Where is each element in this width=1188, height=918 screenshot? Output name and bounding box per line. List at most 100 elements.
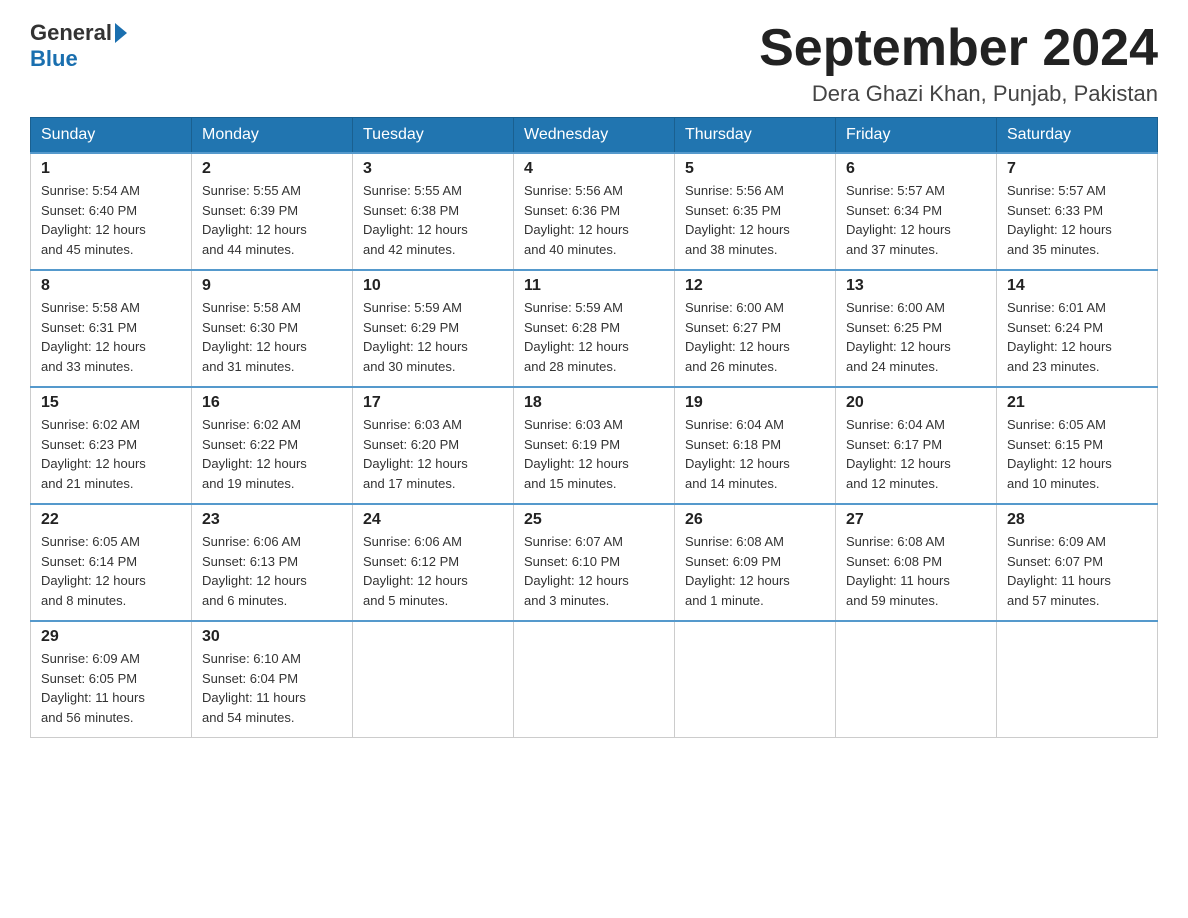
day-number: 29 <box>41 628 181 646</box>
calendar-cell: 8 Sunrise: 5:58 AM Sunset: 6:31 PM Dayli… <box>31 270 192 387</box>
week-row-4: 22 Sunrise: 6:05 AM Sunset: 6:14 PM Dayl… <box>31 504 1158 621</box>
calendar-cell: 25 Sunrise: 6:07 AM Sunset: 6:10 PM Dayl… <box>514 504 675 621</box>
calendar-cell: 23 Sunrise: 6:06 AM Sunset: 6:13 PM Dayl… <box>192 504 353 621</box>
calendar-cell <box>514 621 675 738</box>
day-number: 19 <box>685 394 825 412</box>
week-row-3: 15 Sunrise: 6:02 AM Sunset: 6:23 PM Dayl… <box>31 387 1158 504</box>
day-number: 1 <box>41 160 181 178</box>
day-number: 6 <box>846 160 986 178</box>
col-sunday: Sunday <box>31 118 192 154</box>
day-info: Sunrise: 6:01 AM Sunset: 6:24 PM Dayligh… <box>1007 298 1147 376</box>
day-number: 28 <box>1007 511 1147 529</box>
day-number: 21 <box>1007 394 1147 412</box>
day-info: Sunrise: 6:03 AM Sunset: 6:20 PM Dayligh… <box>363 415 503 493</box>
day-info: Sunrise: 6:10 AM Sunset: 6:04 PM Dayligh… <box>202 649 342 727</box>
day-number: 3 <box>363 160 503 178</box>
col-saturday: Saturday <box>997 118 1158 154</box>
calendar-cell: 3 Sunrise: 5:55 AM Sunset: 6:38 PM Dayli… <box>353 153 514 270</box>
day-number: 11 <box>524 277 664 295</box>
calendar-cell: 5 Sunrise: 5:56 AM Sunset: 6:35 PM Dayli… <box>675 153 836 270</box>
day-number: 8 <box>41 277 181 295</box>
day-number: 5 <box>685 160 825 178</box>
day-info: Sunrise: 6:06 AM Sunset: 6:12 PM Dayligh… <box>363 532 503 610</box>
day-info: Sunrise: 5:56 AM Sunset: 6:35 PM Dayligh… <box>685 181 825 259</box>
logo: General Blue <box>30 20 127 72</box>
day-info: Sunrise: 6:02 AM Sunset: 6:22 PM Dayligh… <box>202 415 342 493</box>
calendar-cell: 18 Sunrise: 6:03 AM Sunset: 6:19 PM Dayl… <box>514 387 675 504</box>
day-info: Sunrise: 6:09 AM Sunset: 6:05 PM Dayligh… <box>41 649 181 727</box>
day-info: Sunrise: 6:08 AM Sunset: 6:09 PM Dayligh… <box>685 532 825 610</box>
col-wednesday: Wednesday <box>514 118 675 154</box>
page-header: General Blue September 2024 Dera Ghazi K… <box>30 20 1158 107</box>
day-number: 20 <box>846 394 986 412</box>
calendar-cell <box>836 621 997 738</box>
calendar-cell: 29 Sunrise: 6:09 AM Sunset: 6:05 PM Dayl… <box>31 621 192 738</box>
calendar-cell <box>353 621 514 738</box>
calendar-cell: 17 Sunrise: 6:03 AM Sunset: 6:20 PM Dayl… <box>353 387 514 504</box>
calendar-title: September 2024 <box>759 20 1158 77</box>
day-info: Sunrise: 5:57 AM Sunset: 6:33 PM Dayligh… <box>1007 181 1147 259</box>
day-info: Sunrise: 5:59 AM Sunset: 6:28 PM Dayligh… <box>524 298 664 376</box>
week-row-2: 8 Sunrise: 5:58 AM Sunset: 6:31 PM Dayli… <box>31 270 1158 387</box>
calendar-cell: 28 Sunrise: 6:09 AM Sunset: 6:07 PM Dayl… <box>997 504 1158 621</box>
calendar-cell: 13 Sunrise: 6:00 AM Sunset: 6:25 PM Dayl… <box>836 270 997 387</box>
day-info: Sunrise: 5:56 AM Sunset: 6:36 PM Dayligh… <box>524 181 664 259</box>
day-number: 27 <box>846 511 986 529</box>
day-info: Sunrise: 6:02 AM Sunset: 6:23 PM Dayligh… <box>41 415 181 493</box>
calendar-cell: 22 Sunrise: 6:05 AM Sunset: 6:14 PM Dayl… <box>31 504 192 621</box>
day-number: 23 <box>202 511 342 529</box>
day-number: 18 <box>524 394 664 412</box>
day-info: Sunrise: 6:07 AM Sunset: 6:10 PM Dayligh… <box>524 532 664 610</box>
day-number: 22 <box>41 511 181 529</box>
day-number: 13 <box>846 277 986 295</box>
calendar-cell: 6 Sunrise: 5:57 AM Sunset: 6:34 PM Dayli… <box>836 153 997 270</box>
calendar-cell: 20 Sunrise: 6:04 AM Sunset: 6:17 PM Dayl… <box>836 387 997 504</box>
logo-text-general: General <box>30 20 112 46</box>
calendar-cell: 30 Sunrise: 6:10 AM Sunset: 6:04 PM Dayl… <box>192 621 353 738</box>
day-info: Sunrise: 5:59 AM Sunset: 6:29 PM Dayligh… <box>363 298 503 376</box>
day-number: 4 <box>524 160 664 178</box>
calendar-cell: 10 Sunrise: 5:59 AM Sunset: 6:29 PM Dayl… <box>353 270 514 387</box>
day-info: Sunrise: 6:00 AM Sunset: 6:27 PM Dayligh… <box>685 298 825 376</box>
col-monday: Monday <box>192 118 353 154</box>
calendar-table: Sunday Monday Tuesday Wednesday Thursday… <box>30 117 1158 738</box>
day-info: Sunrise: 5:55 AM Sunset: 6:38 PM Dayligh… <box>363 181 503 259</box>
day-info: Sunrise: 6:06 AM Sunset: 6:13 PM Dayligh… <box>202 532 342 610</box>
col-tuesday: Tuesday <box>353 118 514 154</box>
calendar-cell: 11 Sunrise: 5:59 AM Sunset: 6:28 PM Dayl… <box>514 270 675 387</box>
logo-text-blue: Blue <box>30 46 78 72</box>
day-info: Sunrise: 6:04 AM Sunset: 6:18 PM Dayligh… <box>685 415 825 493</box>
calendar-cell: 14 Sunrise: 6:01 AM Sunset: 6:24 PM Dayl… <box>997 270 1158 387</box>
day-info: Sunrise: 5:55 AM Sunset: 6:39 PM Dayligh… <box>202 181 342 259</box>
calendar-cell: 19 Sunrise: 6:04 AM Sunset: 6:18 PM Dayl… <box>675 387 836 504</box>
calendar-cell <box>997 621 1158 738</box>
day-info: Sunrise: 6:09 AM Sunset: 6:07 PM Dayligh… <box>1007 532 1147 610</box>
calendar-cell: 4 Sunrise: 5:56 AM Sunset: 6:36 PM Dayli… <box>514 153 675 270</box>
logo-triangle-icon <box>115 23 127 43</box>
day-info: Sunrise: 6:03 AM Sunset: 6:19 PM Dayligh… <box>524 415 664 493</box>
day-number: 7 <box>1007 160 1147 178</box>
day-number: 26 <box>685 511 825 529</box>
day-info: Sunrise: 6:05 AM Sunset: 6:15 PM Dayligh… <box>1007 415 1147 493</box>
day-info: Sunrise: 6:04 AM Sunset: 6:17 PM Dayligh… <box>846 415 986 493</box>
calendar-cell: 2 Sunrise: 5:55 AM Sunset: 6:39 PM Dayli… <box>192 153 353 270</box>
day-number: 15 <box>41 394 181 412</box>
calendar-cell: 21 Sunrise: 6:05 AM Sunset: 6:15 PM Dayl… <box>997 387 1158 504</box>
col-thursday: Thursday <box>675 118 836 154</box>
calendar-cell: 26 Sunrise: 6:08 AM Sunset: 6:09 PM Dayl… <box>675 504 836 621</box>
day-info: Sunrise: 6:00 AM Sunset: 6:25 PM Dayligh… <box>846 298 986 376</box>
calendar-cell: 1 Sunrise: 5:54 AM Sunset: 6:40 PM Dayli… <box>31 153 192 270</box>
col-friday: Friday <box>836 118 997 154</box>
week-row-5: 29 Sunrise: 6:09 AM Sunset: 6:05 PM Dayl… <box>31 621 1158 738</box>
calendar-cell: 27 Sunrise: 6:08 AM Sunset: 6:08 PM Dayl… <box>836 504 997 621</box>
day-info: Sunrise: 5:58 AM Sunset: 6:31 PM Dayligh… <box>41 298 181 376</box>
day-number: 17 <box>363 394 503 412</box>
week-row-1: 1 Sunrise: 5:54 AM Sunset: 6:40 PM Dayli… <box>31 153 1158 270</box>
day-number: 10 <box>363 277 503 295</box>
day-info: Sunrise: 5:57 AM Sunset: 6:34 PM Dayligh… <box>846 181 986 259</box>
title-block: September 2024 Dera Ghazi Khan, Punjab, … <box>759 20 1158 107</box>
day-number: 14 <box>1007 277 1147 295</box>
header-row: Sunday Monday Tuesday Wednesday Thursday… <box>31 118 1158 154</box>
day-number: 16 <box>202 394 342 412</box>
calendar-cell: 15 Sunrise: 6:02 AM Sunset: 6:23 PM Dayl… <box>31 387 192 504</box>
